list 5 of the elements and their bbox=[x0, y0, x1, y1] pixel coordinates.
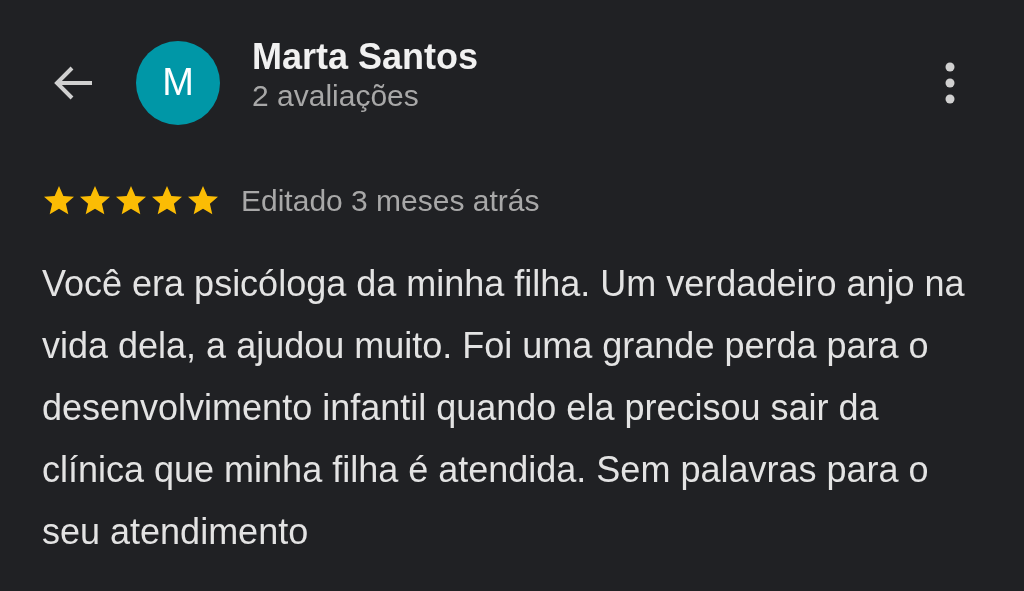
reviewer-name: Marta Santos bbox=[252, 35, 480, 78]
review-count: 2 avaliações bbox=[252, 77, 420, 114]
review-date: Editado 3 meses atrás bbox=[241, 184, 540, 218]
avatar: M bbox=[136, 40, 220, 125]
review-text: Você era psicóloga da minha filha. Um verdadeiro anjo na vida dela, a ajudou muito. Foi uma grande perda para o desenvolvimento infantil quando ela precisou sair da clínica que minha filha é atendida. Sem palavras para o seu atendimento bbox=[41, 262, 966, 554]
